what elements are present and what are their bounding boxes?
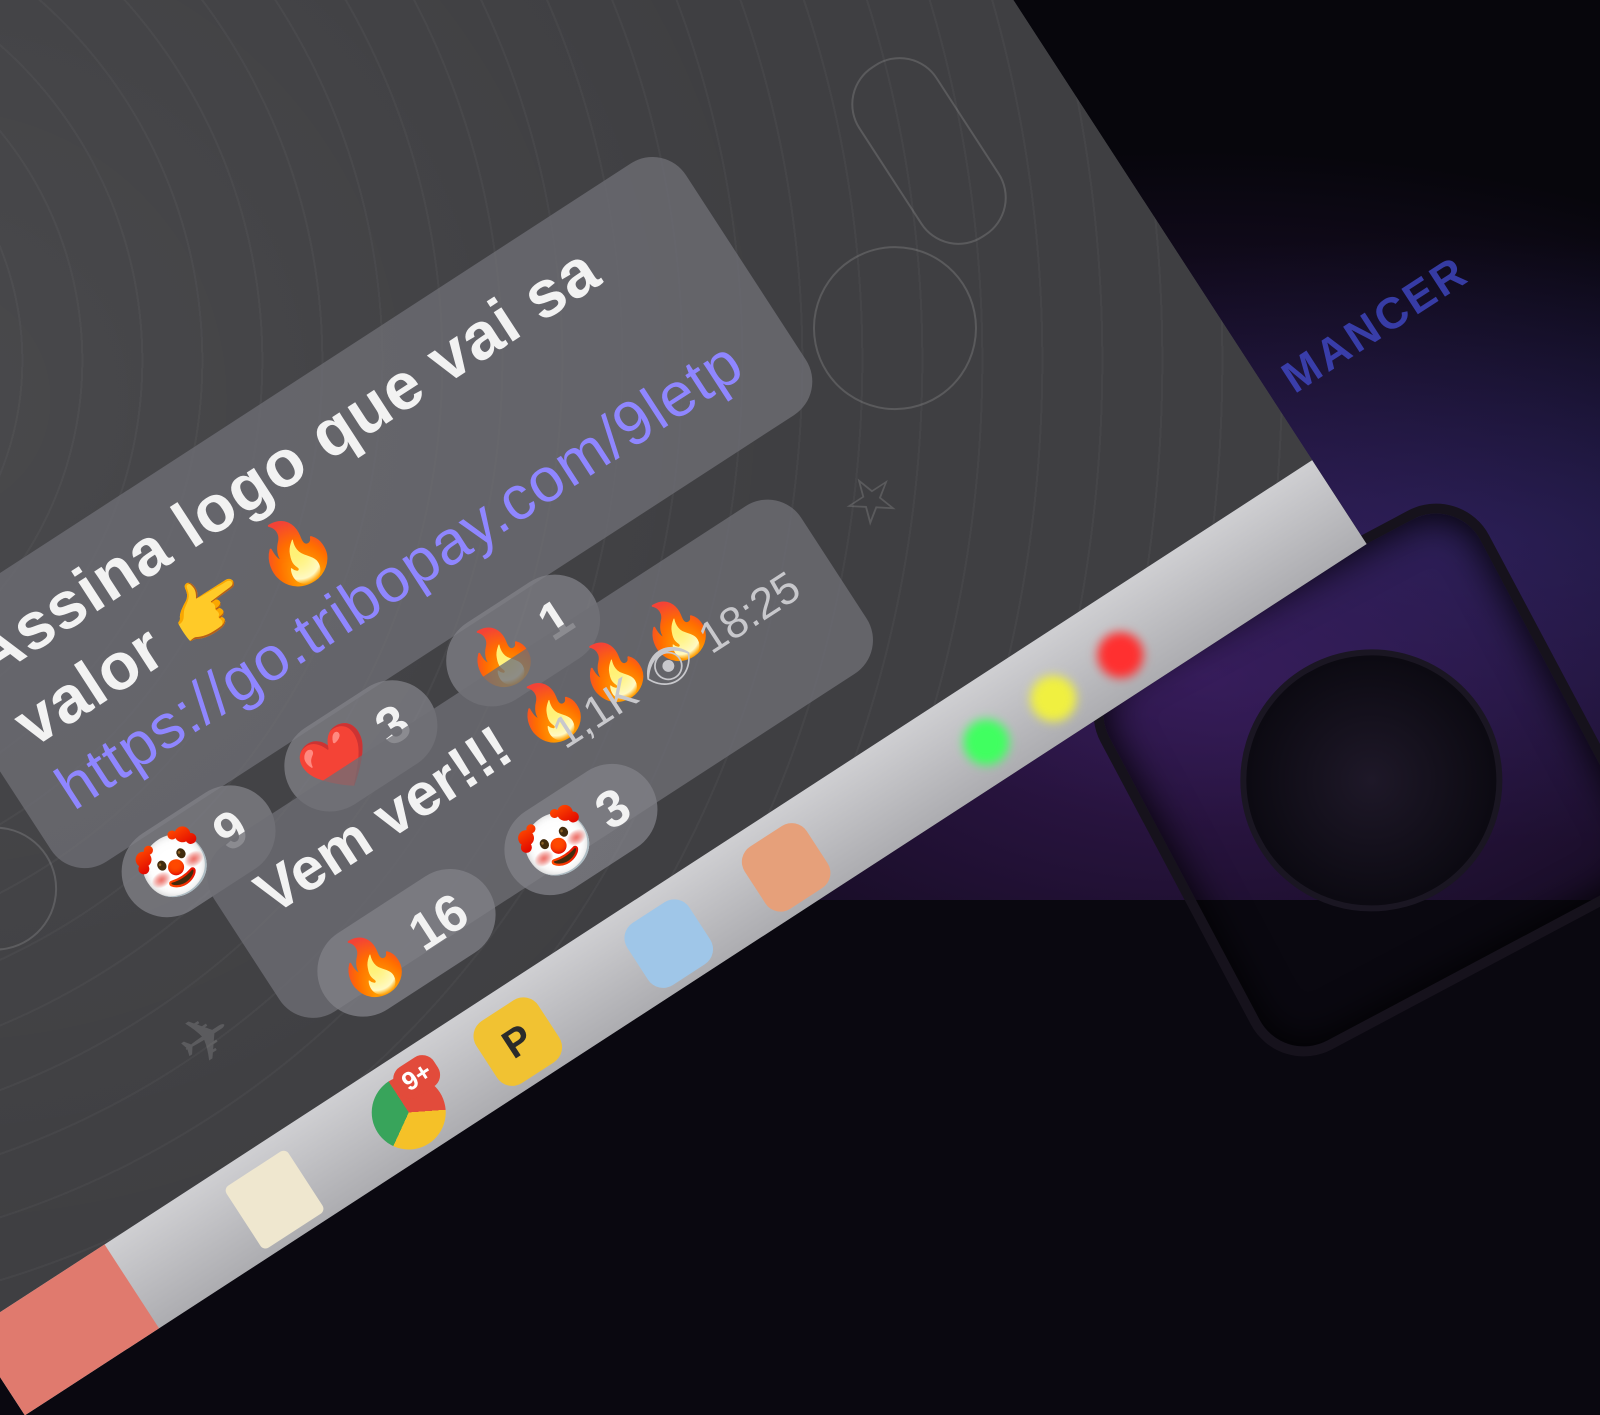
chrome-icon[interactable]: 9+ (357, 1049, 460, 1164)
speaker-cone (1194, 603, 1549, 958)
rocket-doodle-icon (834, 39, 1024, 263)
star-doodle-icon: ☆ (827, 453, 915, 545)
message-time: 18:25 (689, 562, 810, 664)
green-led-light (954, 710, 1019, 775)
reaction-count: 16 (398, 881, 479, 963)
yellow-led-light (1021, 666, 1086, 731)
globe-doodle-icon (781, 214, 1009, 442)
notification-badge: 9+ (388, 1049, 446, 1104)
paper-plane-doodle-icon: ✈ (163, 993, 248, 1084)
notes-app-icon[interactable] (223, 1148, 326, 1251)
red-led-light (1088, 623, 1153, 687)
document-app-icon[interactable] (617, 892, 720, 995)
game-app-icon[interactable] (734, 816, 838, 919)
coin-app-icon[interactable]: P (466, 990, 569, 1093)
